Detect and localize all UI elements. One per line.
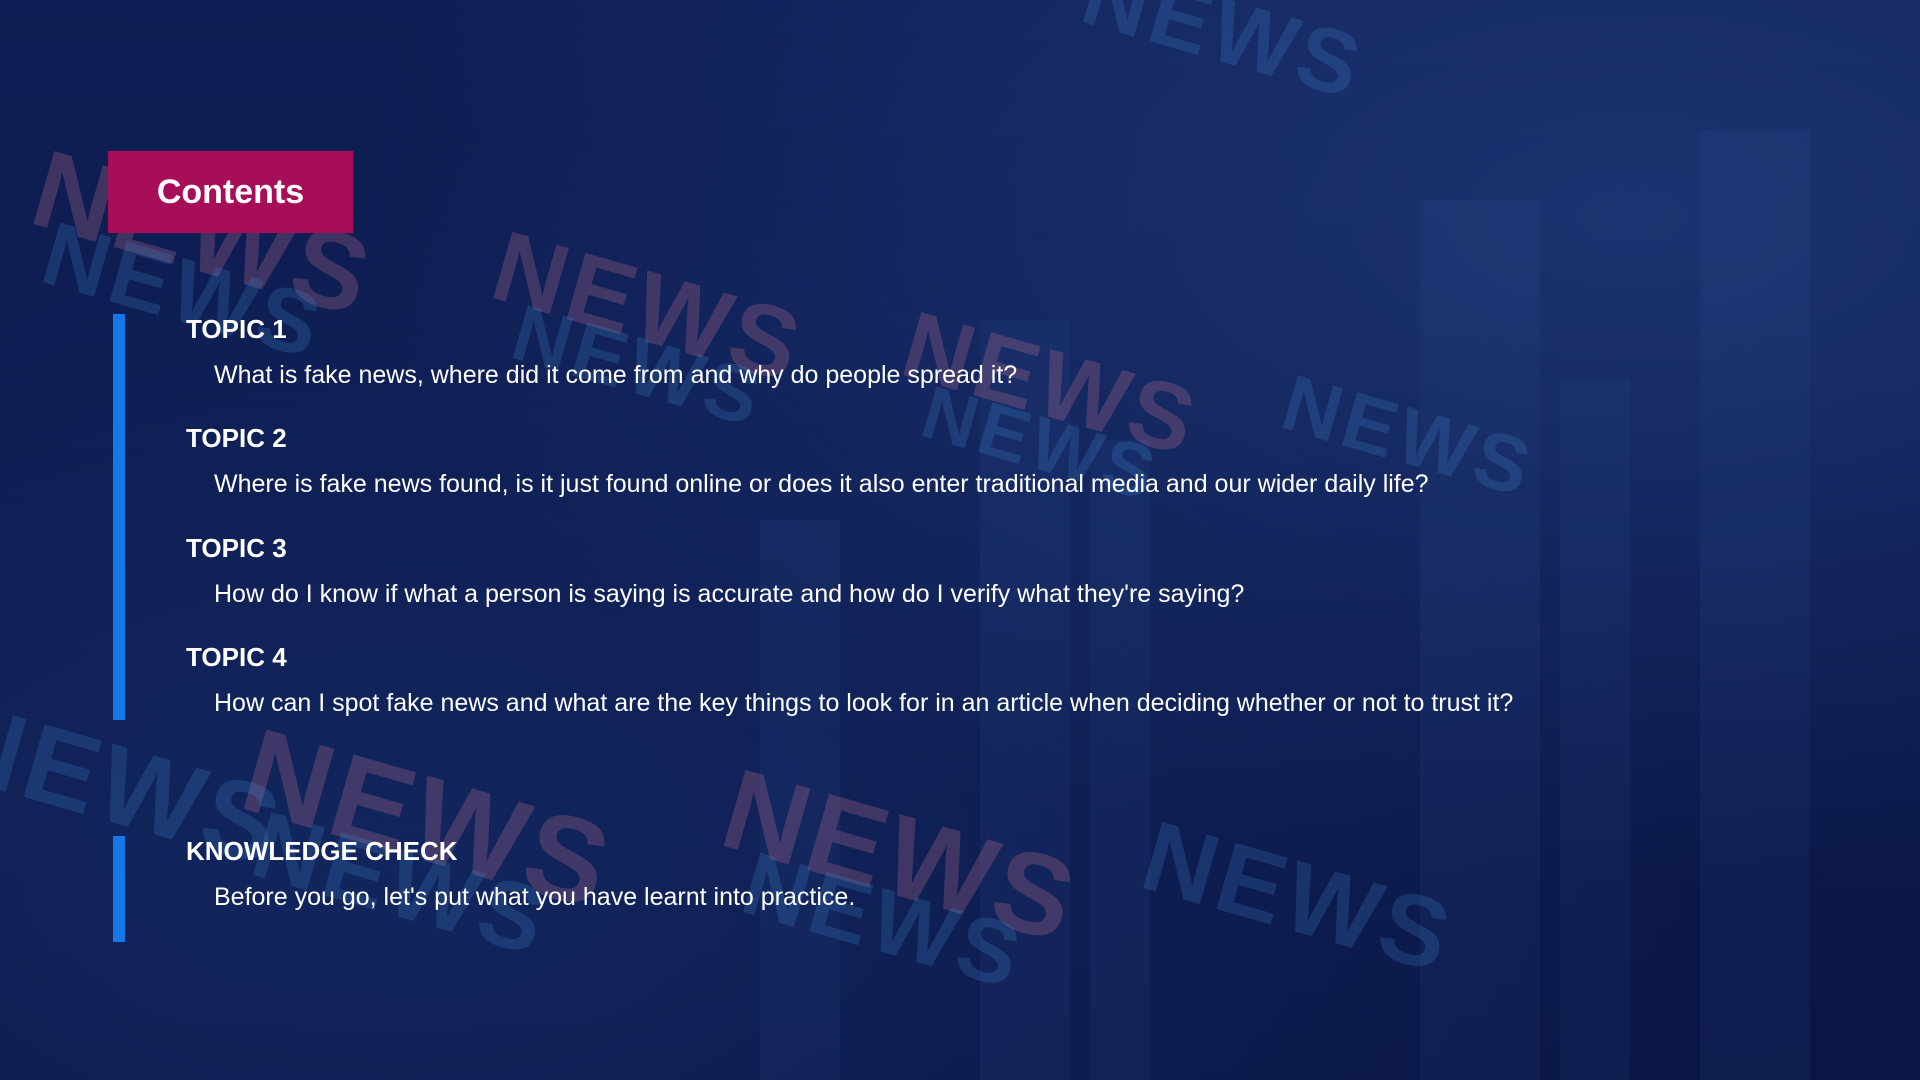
topic-item-1[interactable]: TOPIC 1 What is fake news, where did it …: [186, 314, 1017, 390]
topic-item-2[interactable]: TOPIC 2 Where is fake news found, is it …: [186, 423, 1429, 499]
skyline-building: [1420, 200, 1540, 1080]
topic-item-4[interactable]: TOPIC 4 How can I spot fake news and wha…: [186, 642, 1513, 718]
knowledge-check-description: Before you go, let's put what you have l…: [214, 883, 856, 911]
topic-title: TOPIC 4: [186, 642, 287, 672]
topic-description: How can I spot fake news and what are th…: [214, 689, 1514, 717]
topic-item-3[interactable]: TOPIC 3 How do I know if what a person i…: [186, 533, 1244, 609]
topic-description: Where is fake news found, is it just fou…: [214, 470, 1429, 498]
knowledge-check-title: KNOWLEDGE CHECK: [186, 836, 458, 866]
knowledge-check-accent-bar: [113, 836, 125, 942]
topics-accent-bar: [113, 314, 125, 720]
topic-title: TOPIC 3: [186, 533, 287, 563]
news-watermark: NEWS: [1071, 0, 1375, 119]
contents-heading-badge: Contents: [108, 151, 353, 233]
knowledge-check-item[interactable]: KNOWLEDGE CHECK Before you go, let's put…: [186, 836, 855, 912]
topic-description: What is fake news, where did it come fro…: [214, 361, 1018, 389]
skyline-building: [1700, 130, 1810, 1080]
topic-title: TOPIC 2: [186, 423, 287, 453]
topic-description: How do I know if what a person is saying…: [214, 580, 1245, 608]
news-watermark: NEWS: [1130, 799, 1466, 995]
contents-heading: Contents: [156, 172, 305, 211]
skyline-building: [1560, 380, 1630, 1080]
topic-title: TOPIC 1: [186, 314, 287, 344]
